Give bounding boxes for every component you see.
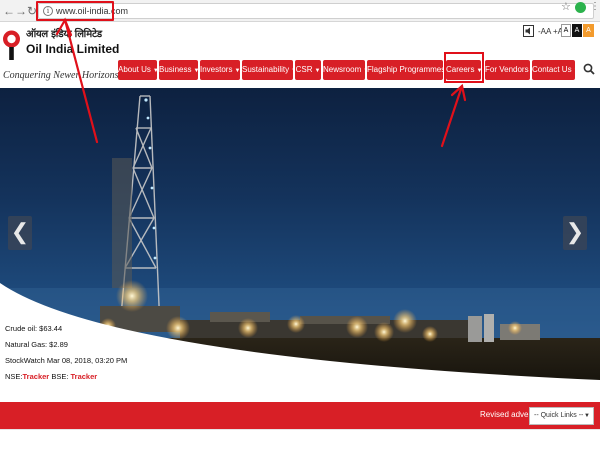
logo-hindi-text[interactable]: ऑयल इंडिया लिमिटेड [26, 26, 102, 40]
nav-label: Sustainability [242, 65, 290, 74]
nav-business[interactable]: Business ▼ [159, 60, 200, 80]
nav-sustainability[interactable]: Sustainability▼ [242, 60, 297, 80]
nav-label: Contact Us [532, 65, 572, 74]
address-bar[interactable]: i www.oil-india.com [38, 3, 594, 19]
nse-tracker-link[interactable]: Tracker [23, 372, 50, 381]
nav-label: For Vendors [485, 65, 529, 74]
nse-label: NSE: [5, 372, 23, 381]
quick-links-label: -- Quick Links -- [534, 412, 584, 419]
logo-name-text[interactable]: Oil India Limited [26, 42, 119, 56]
hero-slider: ❮ ❯ Crude oil: $63.44 Natural Gas: $2.89… [0, 88, 600, 402]
browser-menu-icon[interactable]: ⋮ [590, 1, 600, 12]
contrast-black-button[interactable]: A [572, 24, 582, 37]
bse-label: BSE: [51, 372, 69, 381]
font-reset-button[interactable]: A [546, 25, 551, 38]
page-content-area [0, 429, 600, 450]
nav-label: Business [159, 65, 192, 74]
star-icon[interactable]: ☆ [561, 0, 571, 13]
careers-annotation-box [444, 52, 484, 83]
contrast-orange-button[interactable]: A [583, 24, 594, 37]
stockwatch-time: StockWatch Mar 08, 2018, 03:20 PM [5, 356, 128, 365]
oil-rig-night-image [0, 95, 600, 402]
bse-tracker-link[interactable]: Tracker [71, 372, 98, 381]
caret-down-icon: ▼ [152, 68, 159, 74]
chevron-left-icon[interactable]: ❮ [8, 216, 32, 250]
nav-about-us[interactable]: About Us ▼ [118, 60, 159, 80]
site-header: ऑयल इंडिया लिमिटेड Oil India Limited Con… [0, 22, 600, 88]
nav-for-vendors[interactable]: For Vendors▼ [485, 60, 537, 80]
caret-down-icon: ▼ [573, 68, 580, 74]
font-decrease-button[interactable]: -A [538, 25, 546, 38]
nav-label: CSR [295, 65, 313, 74]
nav-label: Flagship Programmes [367, 65, 446, 74]
nav-csr[interactable]: CSR ▼ [295, 60, 321, 80]
caret-down-icon: ▼ [584, 413, 590, 419]
nav-label: Investors [200, 65, 233, 74]
announcement-bar: Revised advert -- Quick Links -- ▼ [0, 402, 600, 429]
nav-investors[interactable]: Investors ▼ [200, 60, 240, 80]
crude-oil-price: Crude oil: $63.44 [5, 324, 63, 333]
nav-label: About Us [118, 65, 151, 74]
quick-links-select[interactable]: -- Quick Links -- ▼ [529, 407, 594, 425]
natural-gas-price: Natural Gas: $2.89 [5, 340, 68, 349]
caret-down-icon: ▼ [193, 68, 200, 74]
tagline: Conquering Newer Horizons [3, 70, 119, 81]
oil-drop-logo-icon[interactable] [2, 27, 21, 61]
speaker-icon[interactable] [523, 25, 534, 37]
extension-icon[interactable] [575, 2, 586, 13]
nav-newsroom[interactable]: Newsroom▼ [323, 60, 369, 80]
news-ticker[interactable]: Revised advert [480, 410, 533, 419]
nav-flagship-programmes[interactable]: Flagship Programmes▼ [367, 60, 453, 80]
nav-label: Newsroom [323, 65, 362, 74]
url-annotation-box [36, 1, 114, 21]
caret-down-icon: ▼ [234, 68, 241, 74]
stock-trackers: NSE:Tracker BSE: Tracker [5, 372, 97, 381]
search-icon[interactable] [583, 63, 595, 75]
caret-down-icon: ▼ [314, 68, 321, 74]
chevron-right-icon[interactable]: ❯ [563, 216, 587, 250]
nav-contact-us[interactable]: Contact Us ▼ [532, 60, 580, 80]
contrast-white-button[interactable]: A [561, 24, 571, 37]
